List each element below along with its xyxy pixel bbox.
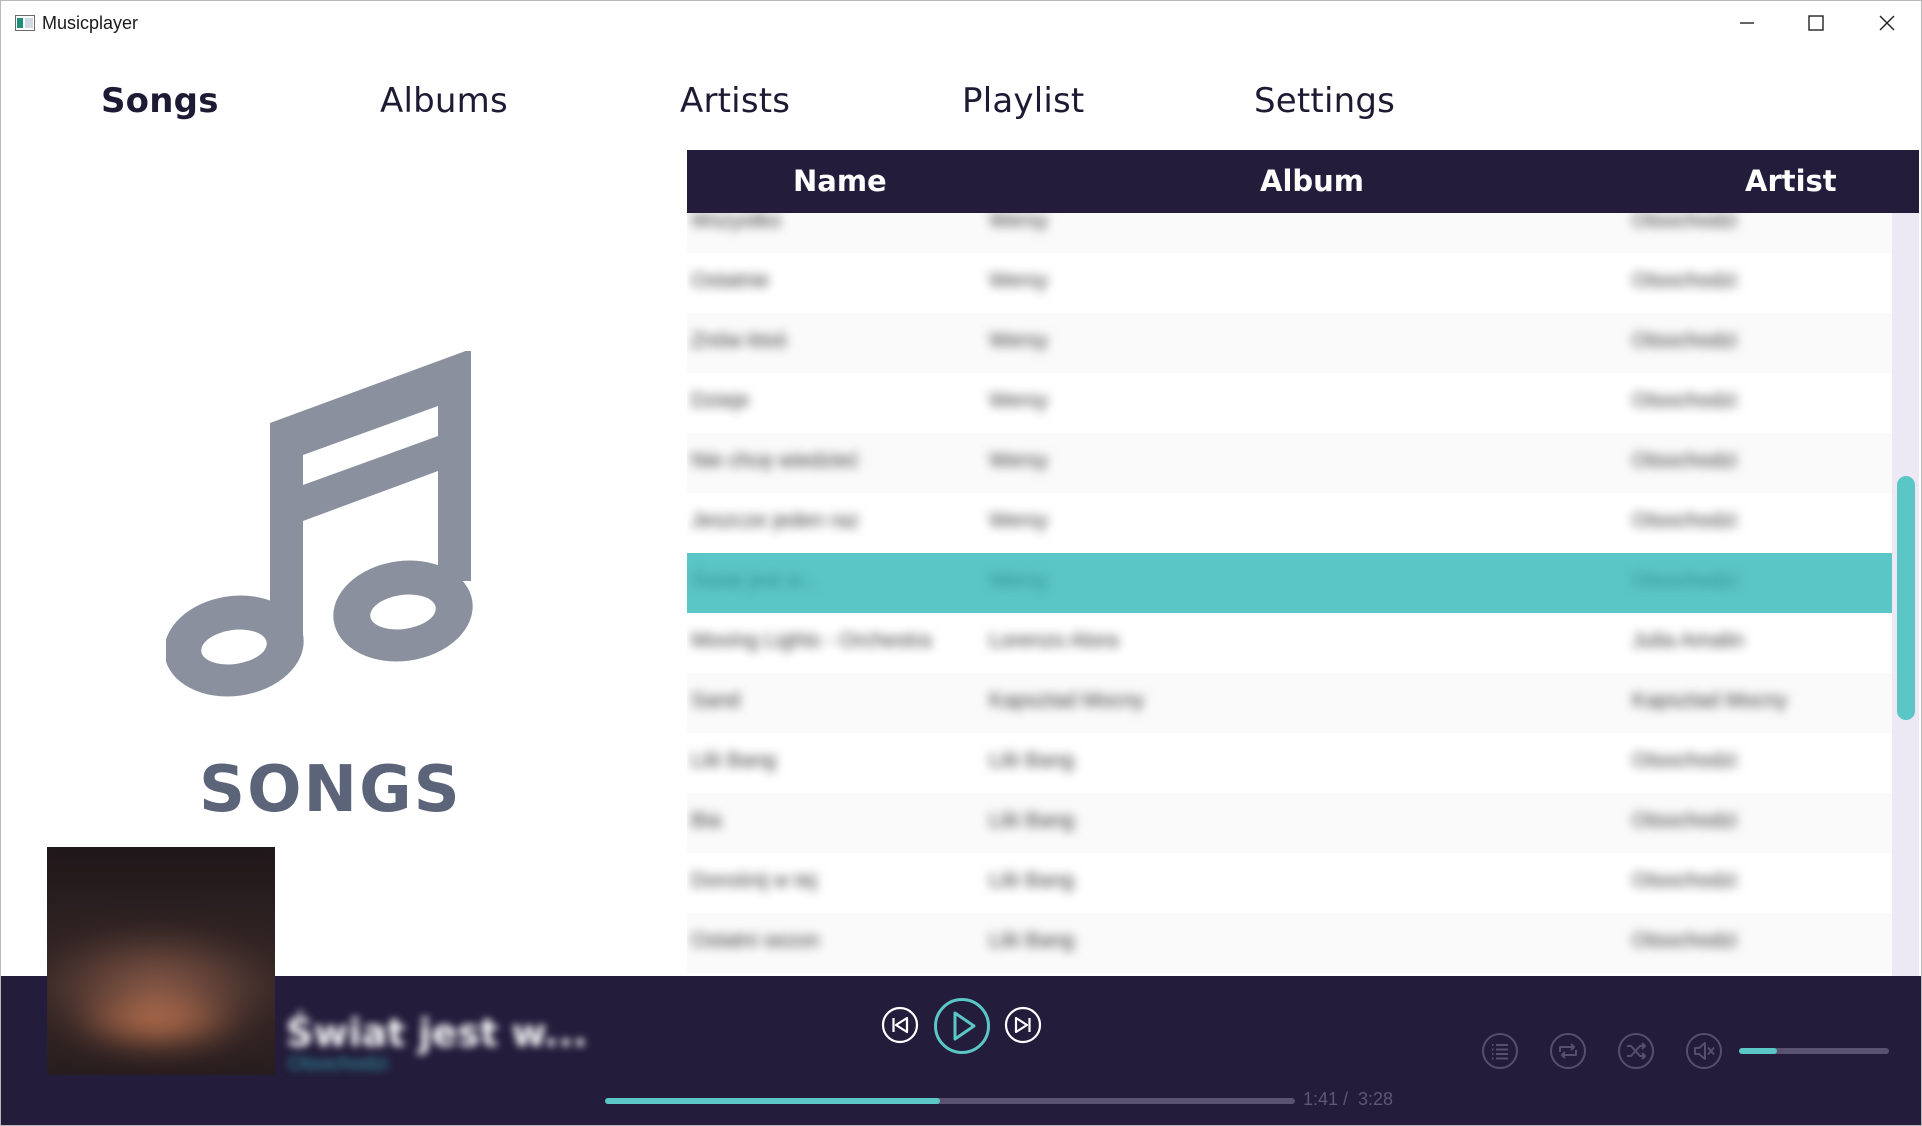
table-row[interactable]: Nie chcę wiedzieć Wersy Otsochodzi <box>687 433 1892 493</box>
cell-artist: Otsochodzi <box>1632 749 1738 772</box>
cell-artist: Julia Amalin <box>1632 629 1745 652</box>
cell-name: Dzieje <box>691 389 750 412</box>
cell-artist: Otsochodzi <box>1632 269 1738 292</box>
table-row[interactable]: Sand Kapsztad Mocny Kapsztad Mocny <box>687 673 1892 733</box>
cell-name: Sand <box>691 689 741 712</box>
album-cover[interactable] <box>47 847 275 1075</box>
cell-album: Wersy <box>989 329 1049 352</box>
cell-name: Ostatni sezon <box>691 929 820 952</box>
scrollbar-thumb[interactable] <box>1897 476 1915 720</box>
cell-name: Bia <box>691 809 722 832</box>
window-title: Musicplayer <box>42 13 139 33</box>
cell-name: Nie chcę wiedzieć <box>691 449 860 472</box>
column-header-artist[interactable]: Artist <box>1745 164 1837 198</box>
cell-name: Ostatnie <box>691 269 770 292</box>
volume-slider-fill <box>1739 1048 1777 1054</box>
column-header-album[interactable]: Album <box>1260 164 1364 198</box>
cell-artist: Otsochodzi <box>1632 869 1738 892</box>
cell-name: Jeszcze jeden raz <box>691 509 860 532</box>
close-button[interactable] <box>1853 1 1921 45</box>
cell-album: Lilii Bang <box>989 929 1075 952</box>
volume-slider[interactable] <box>1739 1048 1889 1054</box>
tab-settings[interactable]: Settings <box>1254 81 1395 121</box>
table-row[interactable]: Dorośnij w tej Lilii Bang Otsochodzi <box>687 853 1892 913</box>
now-playing-title: Świat jest w... <box>286 1011 588 1055</box>
cell-artist: Otsochodzi <box>1632 929 1738 952</box>
table-row[interactable]: Znów ktoś Wersy Otsochodzi <box>687 313 1892 373</box>
page-title: SONGS <box>199 753 462 827</box>
repeat-button[interactable] <box>1549 1032 1587 1070</box>
table-row[interactable]: Wszystko Wersy Otsochodzi <box>687 213 1892 253</box>
cell-name: Dorośnij w tej <box>691 869 818 892</box>
minimize-icon <box>1740 22 1754 24</box>
table-row[interactable]: Bia Lilii Bang Otsochodzi <box>687 793 1892 853</box>
next-button[interactable] <box>1004 1006 1042 1044</box>
tab-playlist[interactable]: Playlist <box>962 81 1084 121</box>
total-time: 3:28 <box>1358 1089 1394 1109</box>
time-separator: / <box>1343 1089 1349 1109</box>
songs-table: Name Album Artist Wszystko Wersy Otsocho… <box>687 150 1919 976</box>
mute-button[interactable] <box>1685 1032 1723 1070</box>
music-note-icon <box>166 351 473 697</box>
table-row-selected[interactable]: Świat jest w... Wersy Otsochodzi <box>687 553 1892 613</box>
cell-album: Wersy <box>989 389 1049 412</box>
elapsed-time: 1:41 <box>1303 1089 1339 1109</box>
close-icon <box>1879 15 1895 31</box>
table-row[interactable]: Dzieje Wersy Otsochodzi <box>687 373 1892 433</box>
cell-album: Lilii Bang <box>989 809 1075 832</box>
cell-name: Świat jest w... <box>691 569 819 592</box>
table-row[interactable]: Jeszcze jeden raz Wersy Otsochodzi <box>687 493 1892 553</box>
cell-artist: Otsochodzi <box>1632 449 1738 472</box>
seek-bar[interactable] <box>605 1098 1295 1104</box>
cell-name: Moving Lights - Orchestra <box>691 629 932 652</box>
cell-album: Lilii Bang <box>989 869 1075 892</box>
title-bar: Musicplayer <box>1 1 1921 45</box>
cell-artist: Otsochodzi <box>1632 329 1738 352</box>
cell-album: Wersy <box>989 509 1049 532</box>
cell-album: Wersy <box>989 449 1049 472</box>
cell-album: Wersy <box>989 213 1049 232</box>
now-playing-artist[interactable]: Otsochodzi <box>288 1053 388 1076</box>
cell-album: Lorenzo Alora <box>989 629 1119 652</box>
cell-artist: Otsochodzi <box>1632 509 1738 532</box>
cell-artist: Otsochodzi <box>1632 389 1738 412</box>
shuffle-button[interactable] <box>1617 1032 1655 1070</box>
cell-artist: Otsochodzi <box>1632 569 1738 592</box>
cell-name: Znów ktoś <box>691 329 787 352</box>
previous-button[interactable] <box>881 1006 919 1044</box>
seek-bar-fill <box>605 1098 940 1104</box>
cell-name: Lilii Bang <box>691 749 777 772</box>
maximize-button[interactable] <box>1782 1 1850 45</box>
table-row[interactable]: Moving Lights - Orchestra Lorenzo Alora … <box>687 613 1892 673</box>
minimize-button[interactable] <box>1713 1 1781 45</box>
cell-album: Kapsztad Mocny <box>989 689 1145 712</box>
app-window: Musicplayer Songs Albums Artists Playlis… <box>0 0 1922 1126</box>
tab-albums[interactable]: Albums <box>380 81 508 121</box>
cell-artist: Otsochodzi <box>1632 213 1738 232</box>
column-header-name[interactable]: Name <box>793 164 887 198</box>
table-body: Wszystko Wersy Otsochodzi Ostatnie Wersy… <box>687 213 1892 976</box>
cell-album: Wersy <box>989 569 1049 592</box>
tab-artists[interactable]: Artists <box>680 81 790 121</box>
table-row[interactable]: Ostatnie Wersy Otsochodzi <box>687 253 1892 313</box>
app-icon <box>15 15 35 31</box>
table-header: Name Album Artist <box>687 150 1919 213</box>
queue-button[interactable] <box>1481 1032 1519 1070</box>
cell-name: Wszystko <box>691 213 781 232</box>
tab-songs[interactable]: Songs <box>101 81 219 121</box>
maximize-icon <box>1808 15 1824 31</box>
play-button[interactable] <box>933 997 991 1055</box>
cell-album: Lilii Bang <box>989 749 1075 772</box>
cell-artist: Kapsztad Mocny <box>1632 689 1788 712</box>
table-row[interactable]: Ostatni sezon Lilii Bang Otsochodzi <box>687 913 1892 973</box>
table-row[interactable]: Lilii Bang Lilii Bang Otsochodzi <box>687 733 1892 793</box>
cell-album: Wersy <box>989 269 1049 292</box>
cell-artist: Otsochodzi <box>1632 809 1738 832</box>
